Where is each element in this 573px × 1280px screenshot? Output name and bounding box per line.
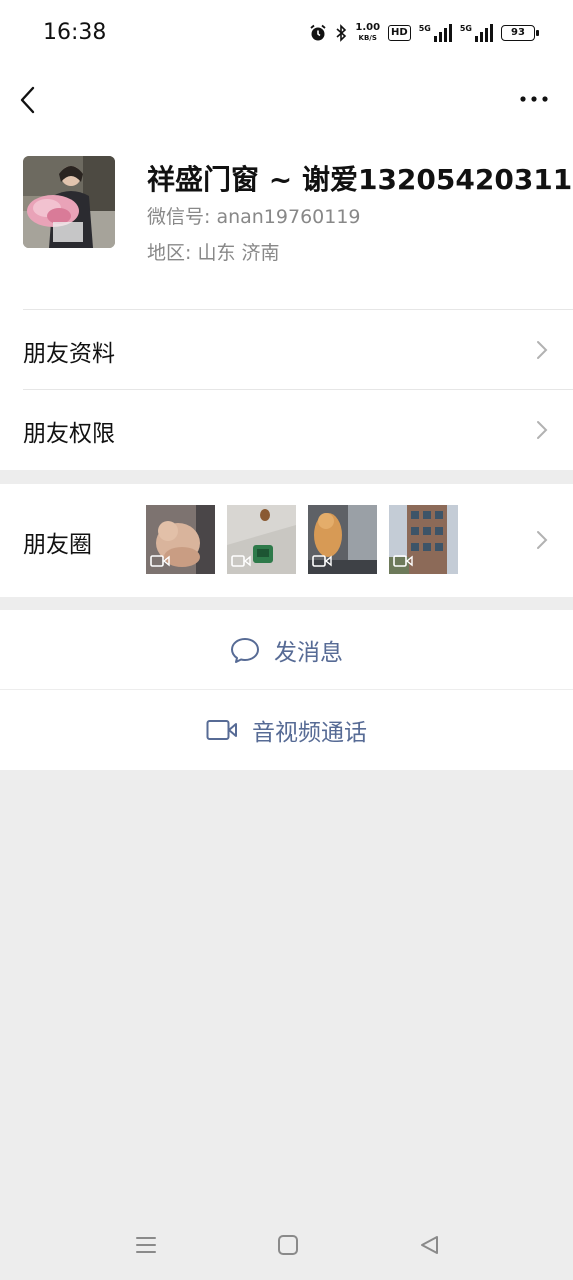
video-icon xyxy=(231,555,251,567)
moments-thumbnail xyxy=(227,505,296,574)
hd-voice-badge: HD xyxy=(388,25,411,41)
avatar[interactable] xyxy=(23,156,115,248)
more-horizontal-icon xyxy=(520,96,548,102)
status-time: 16:38 xyxy=(43,20,107,45)
menu-icon[interactable] xyxy=(134,1234,158,1256)
back-triangle-icon[interactable] xyxy=(418,1234,442,1256)
alarm-icon xyxy=(310,24,326,41)
chat-bubble-icon xyxy=(231,638,259,663)
region: 地区: 山东 济南 xyxy=(147,242,280,264)
status-bar: 16:38 1.00 KB/S HD 5G 5G 93 xyxy=(0,0,573,66)
more-button[interactable] xyxy=(517,86,553,112)
friend-info-row[interactable]: 朋友资料 xyxy=(0,310,573,390)
system-nav-bar xyxy=(0,1210,573,1280)
video-icon xyxy=(150,555,170,567)
battery-level: 93 xyxy=(511,27,525,38)
video-call-label: 音视频通话 xyxy=(252,720,367,746)
moments-row[interactable]: 朋友圈 xyxy=(0,484,573,597)
video-camera-icon xyxy=(206,720,237,740)
video-call-button[interactable]: 音视频通话 xyxy=(0,690,573,770)
moments-thumbnail xyxy=(389,505,458,574)
nickname-text: 祥盛门窗 ~ 谢爱13205420311 xyxy=(147,163,573,196)
network-speed-unit: KB/S xyxy=(358,34,377,42)
chevron-left-icon xyxy=(20,86,35,114)
chevron-right-icon xyxy=(537,341,548,359)
nickname: 祥盛门窗 ~ 谢爱13205420311 xyxy=(147,158,573,198)
status-icons: 1.00 KB/S HD 5G 5G 93 xyxy=(309,22,539,44)
moments-thumbnail xyxy=(146,505,215,574)
battery-icon: 93 xyxy=(501,25,539,41)
profile-card: 祥盛门窗 ~ 谢爱13205420311 微信号: anan19760119 地… xyxy=(0,132,573,310)
chevron-right-icon xyxy=(537,531,548,549)
signal-sim1-icon: 5G xyxy=(419,24,452,42)
sim1-label: 5G xyxy=(418,24,431,33)
moments-label: 朋友圈 xyxy=(23,532,92,558)
friend-permissions-label: 朋友权限 xyxy=(23,421,115,447)
friend-permissions-row[interactable]: 朋友权限 xyxy=(0,390,573,470)
signal-sim2-icon: 5G xyxy=(460,24,493,42)
sim2-label: 5G xyxy=(459,24,472,33)
home-icon[interactable] xyxy=(276,1234,300,1256)
video-icon xyxy=(312,555,332,567)
moments-thumbnail xyxy=(308,505,377,574)
friend-info-label: 朋友资料 xyxy=(23,341,115,367)
chevron-right-icon xyxy=(537,421,548,439)
wechat-id: 微信号: anan19760119 xyxy=(147,206,361,228)
avatar-photo xyxy=(23,156,115,248)
top-bar xyxy=(0,66,573,132)
send-message-label: 发消息 xyxy=(274,640,343,666)
network-speed-value: 1.00 xyxy=(355,22,381,33)
network-speed: 1.00 KB/S xyxy=(355,23,380,43)
back-button[interactable] xyxy=(14,80,44,120)
bluetooth-icon xyxy=(336,24,347,42)
send-message-button[interactable]: 发消息 xyxy=(0,610,573,690)
moments-thumbnails xyxy=(146,505,458,574)
video-icon xyxy=(393,555,413,567)
